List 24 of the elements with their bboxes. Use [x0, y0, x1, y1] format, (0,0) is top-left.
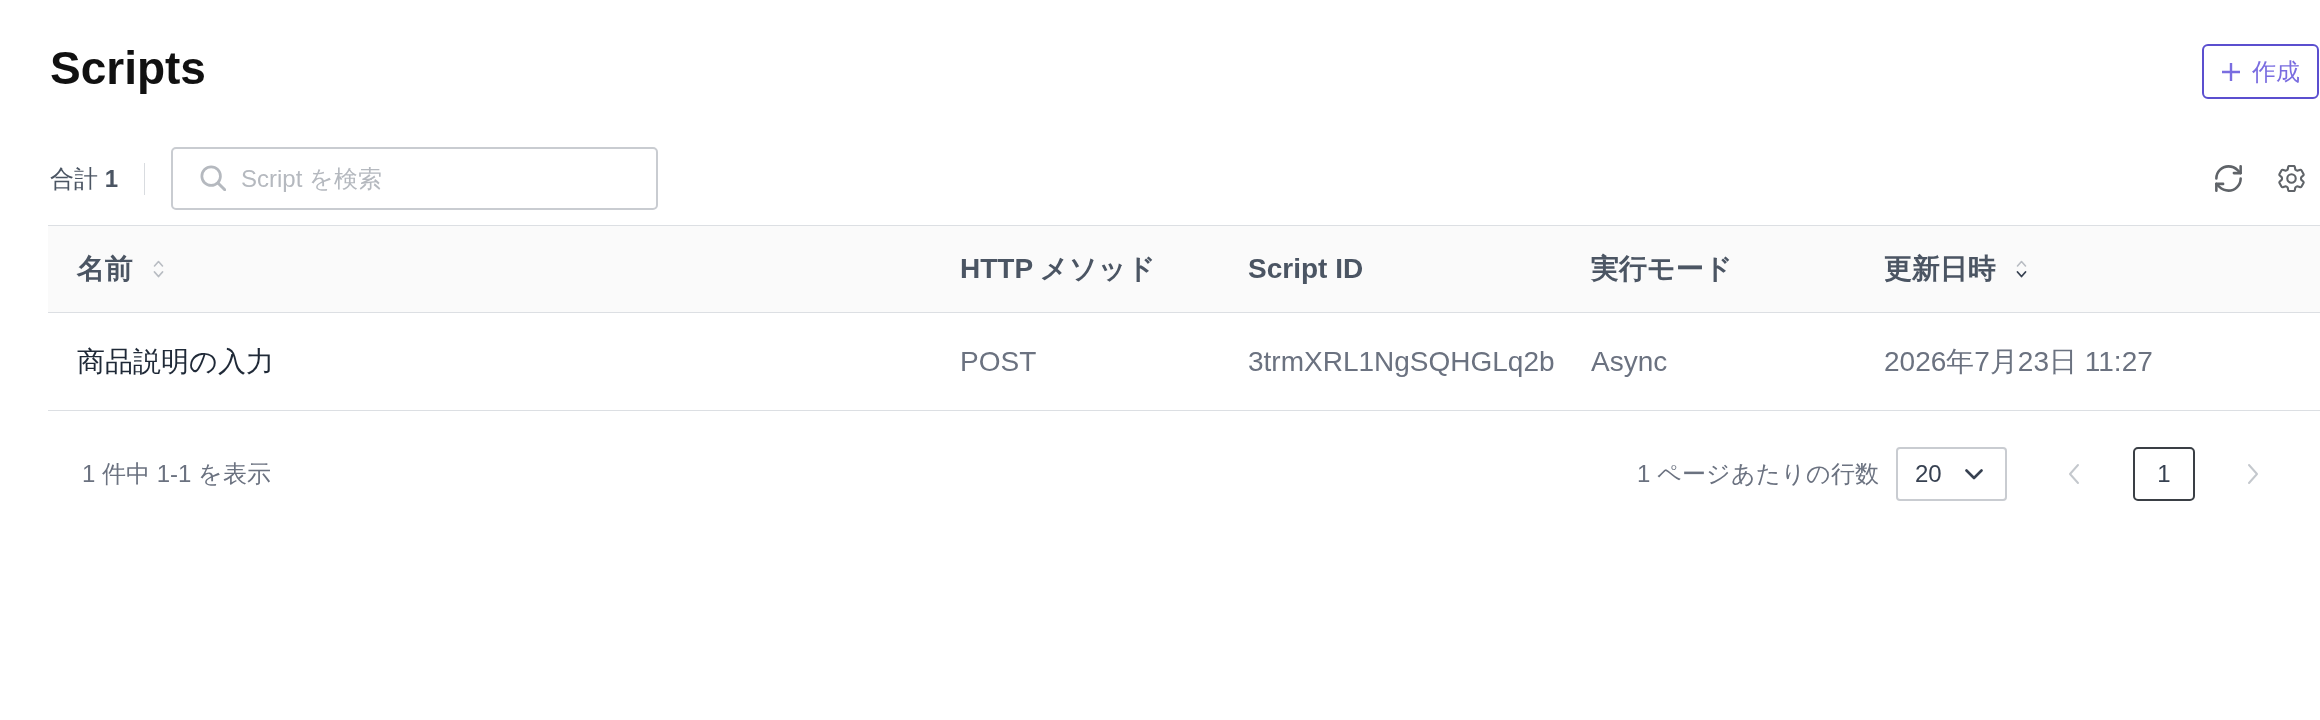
chevron-down-icon — [1965, 468, 1983, 480]
total-count: 合計 1 — [50, 163, 119, 194]
rows-per-page-select[interactable]: 20 — [1896, 447, 2007, 501]
table-cell-text: Async — [1591, 344, 1668, 379]
column-header: 名前 — [77, 252, 133, 286]
table-cell-text: 3trmXRL1NgSQHGLq2b — [1248, 344, 1555, 379]
column-header: 実行モード — [1591, 252, 1733, 286]
table-cell-text: 2026年7月23日 11:27 — [1884, 344, 2153, 379]
rows-per-page-label: 1 ページあたりの行数 — [1637, 459, 1879, 489]
page-title: Scripts — [50, 41, 206, 96]
settings-icon[interactable] — [2278, 165, 2305, 192]
column-header: HTTP メソッド — [960, 252, 1157, 286]
search-icon — [200, 165, 227, 191]
refresh-icon[interactable] — [2215, 165, 2242, 192]
results-summary: 1 件中 1-1 を表示 — [82, 459, 272, 489]
page-button[interactable]: 1 — [2133, 447, 2195, 501]
plus-icon — [2221, 61, 2241, 82]
column-header: 更新日時 — [1884, 252, 1996, 286]
create-button[interactable]: 作成 — [2202, 44, 2319, 99]
table-cell-text: POST — [960, 344, 1037, 379]
search-field[interactable]: Script を検索 — [171, 147, 659, 210]
column-header: Script ID — [1248, 252, 1364, 286]
sort-icon[interactable] — [2015, 258, 2028, 280]
table-cell-text: 商品説明の入力 — [77, 344, 274, 379]
